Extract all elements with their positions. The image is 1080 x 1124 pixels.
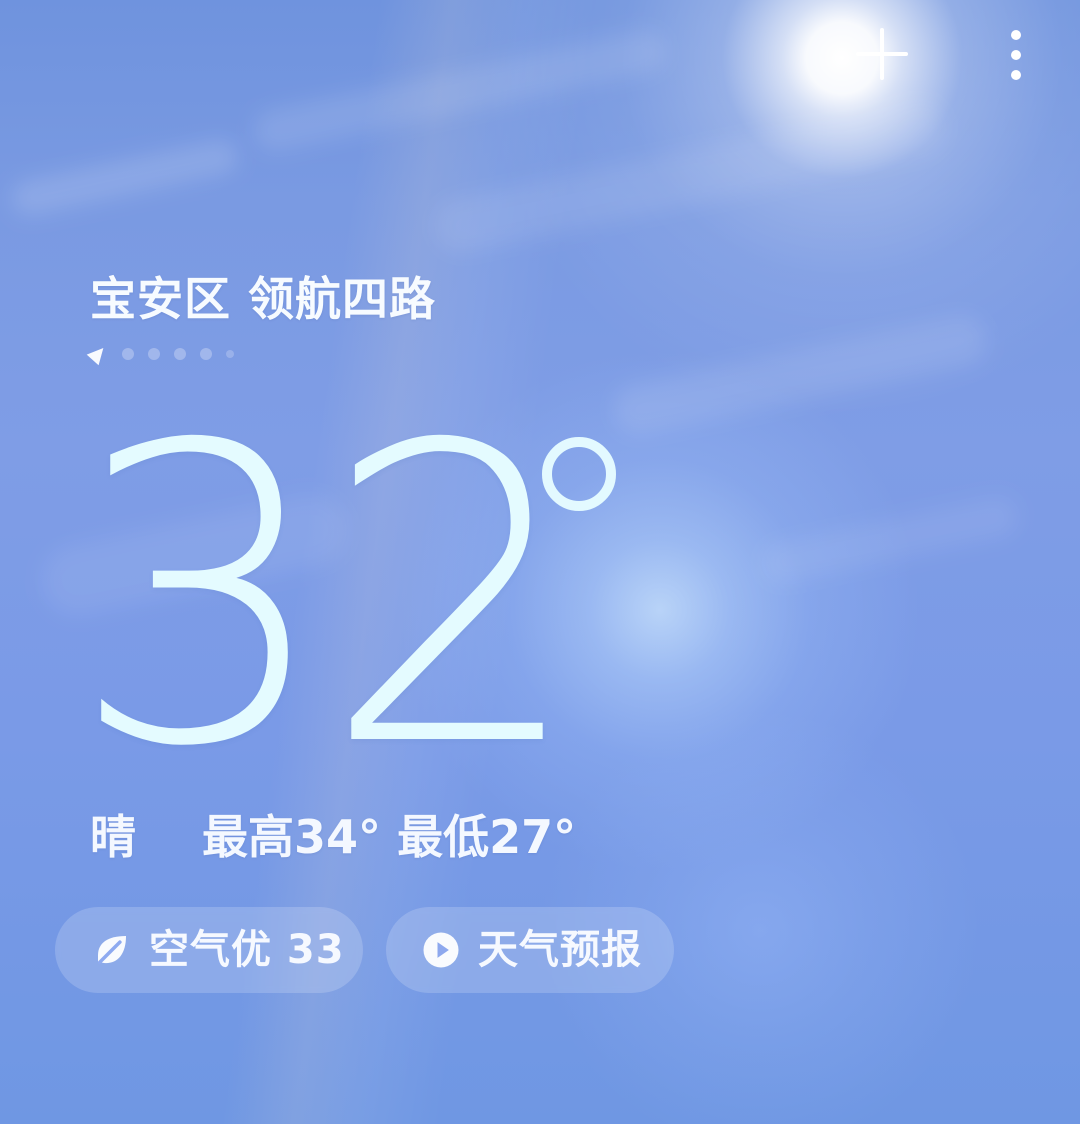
weather-screen: 宝安区 领航四路 32 晴 最高34° 最低27° 空气优 33 天气预报: [0, 0, 1080, 1124]
plus-icon[interactable]: [856, 28, 908, 80]
page-dot[interactable]: [226, 350, 234, 358]
more-dot: [1011, 50, 1021, 60]
weather-condition: 晴: [90, 810, 136, 864]
forecast-chip[interactable]: 天气预报: [386, 907, 674, 993]
cloud-streak: [8, 136, 242, 219]
degree-icon: [542, 437, 616, 511]
current-temperature: 32: [70, 358, 584, 836]
air-quality-label: 空气优 33: [149, 927, 345, 973]
cloud-streak: [430, 96, 950, 258]
cloud-streak: [250, 26, 670, 156]
play-circle-icon: [423, 932, 459, 968]
more-dot: [1011, 70, 1021, 80]
more-dot: [1011, 30, 1021, 40]
weather-summary: 晴 最高34° 最低27°: [90, 812, 576, 863]
forecast-label: 天气预报: [478, 927, 642, 973]
leaf-icon: [98, 936, 126, 964]
more-vertical-icon[interactable]: [1005, 30, 1027, 86]
location-title: 宝安区 领航四路: [90, 272, 437, 326]
temperature-low: 最低27°: [397, 810, 577, 864]
air-quality-chip[interactable]: 空气优 33: [55, 907, 363, 993]
cloud-streak: [758, 493, 1022, 587]
cloud-streak: [608, 311, 992, 439]
temperature-high: 最高34°: [202, 810, 382, 864]
